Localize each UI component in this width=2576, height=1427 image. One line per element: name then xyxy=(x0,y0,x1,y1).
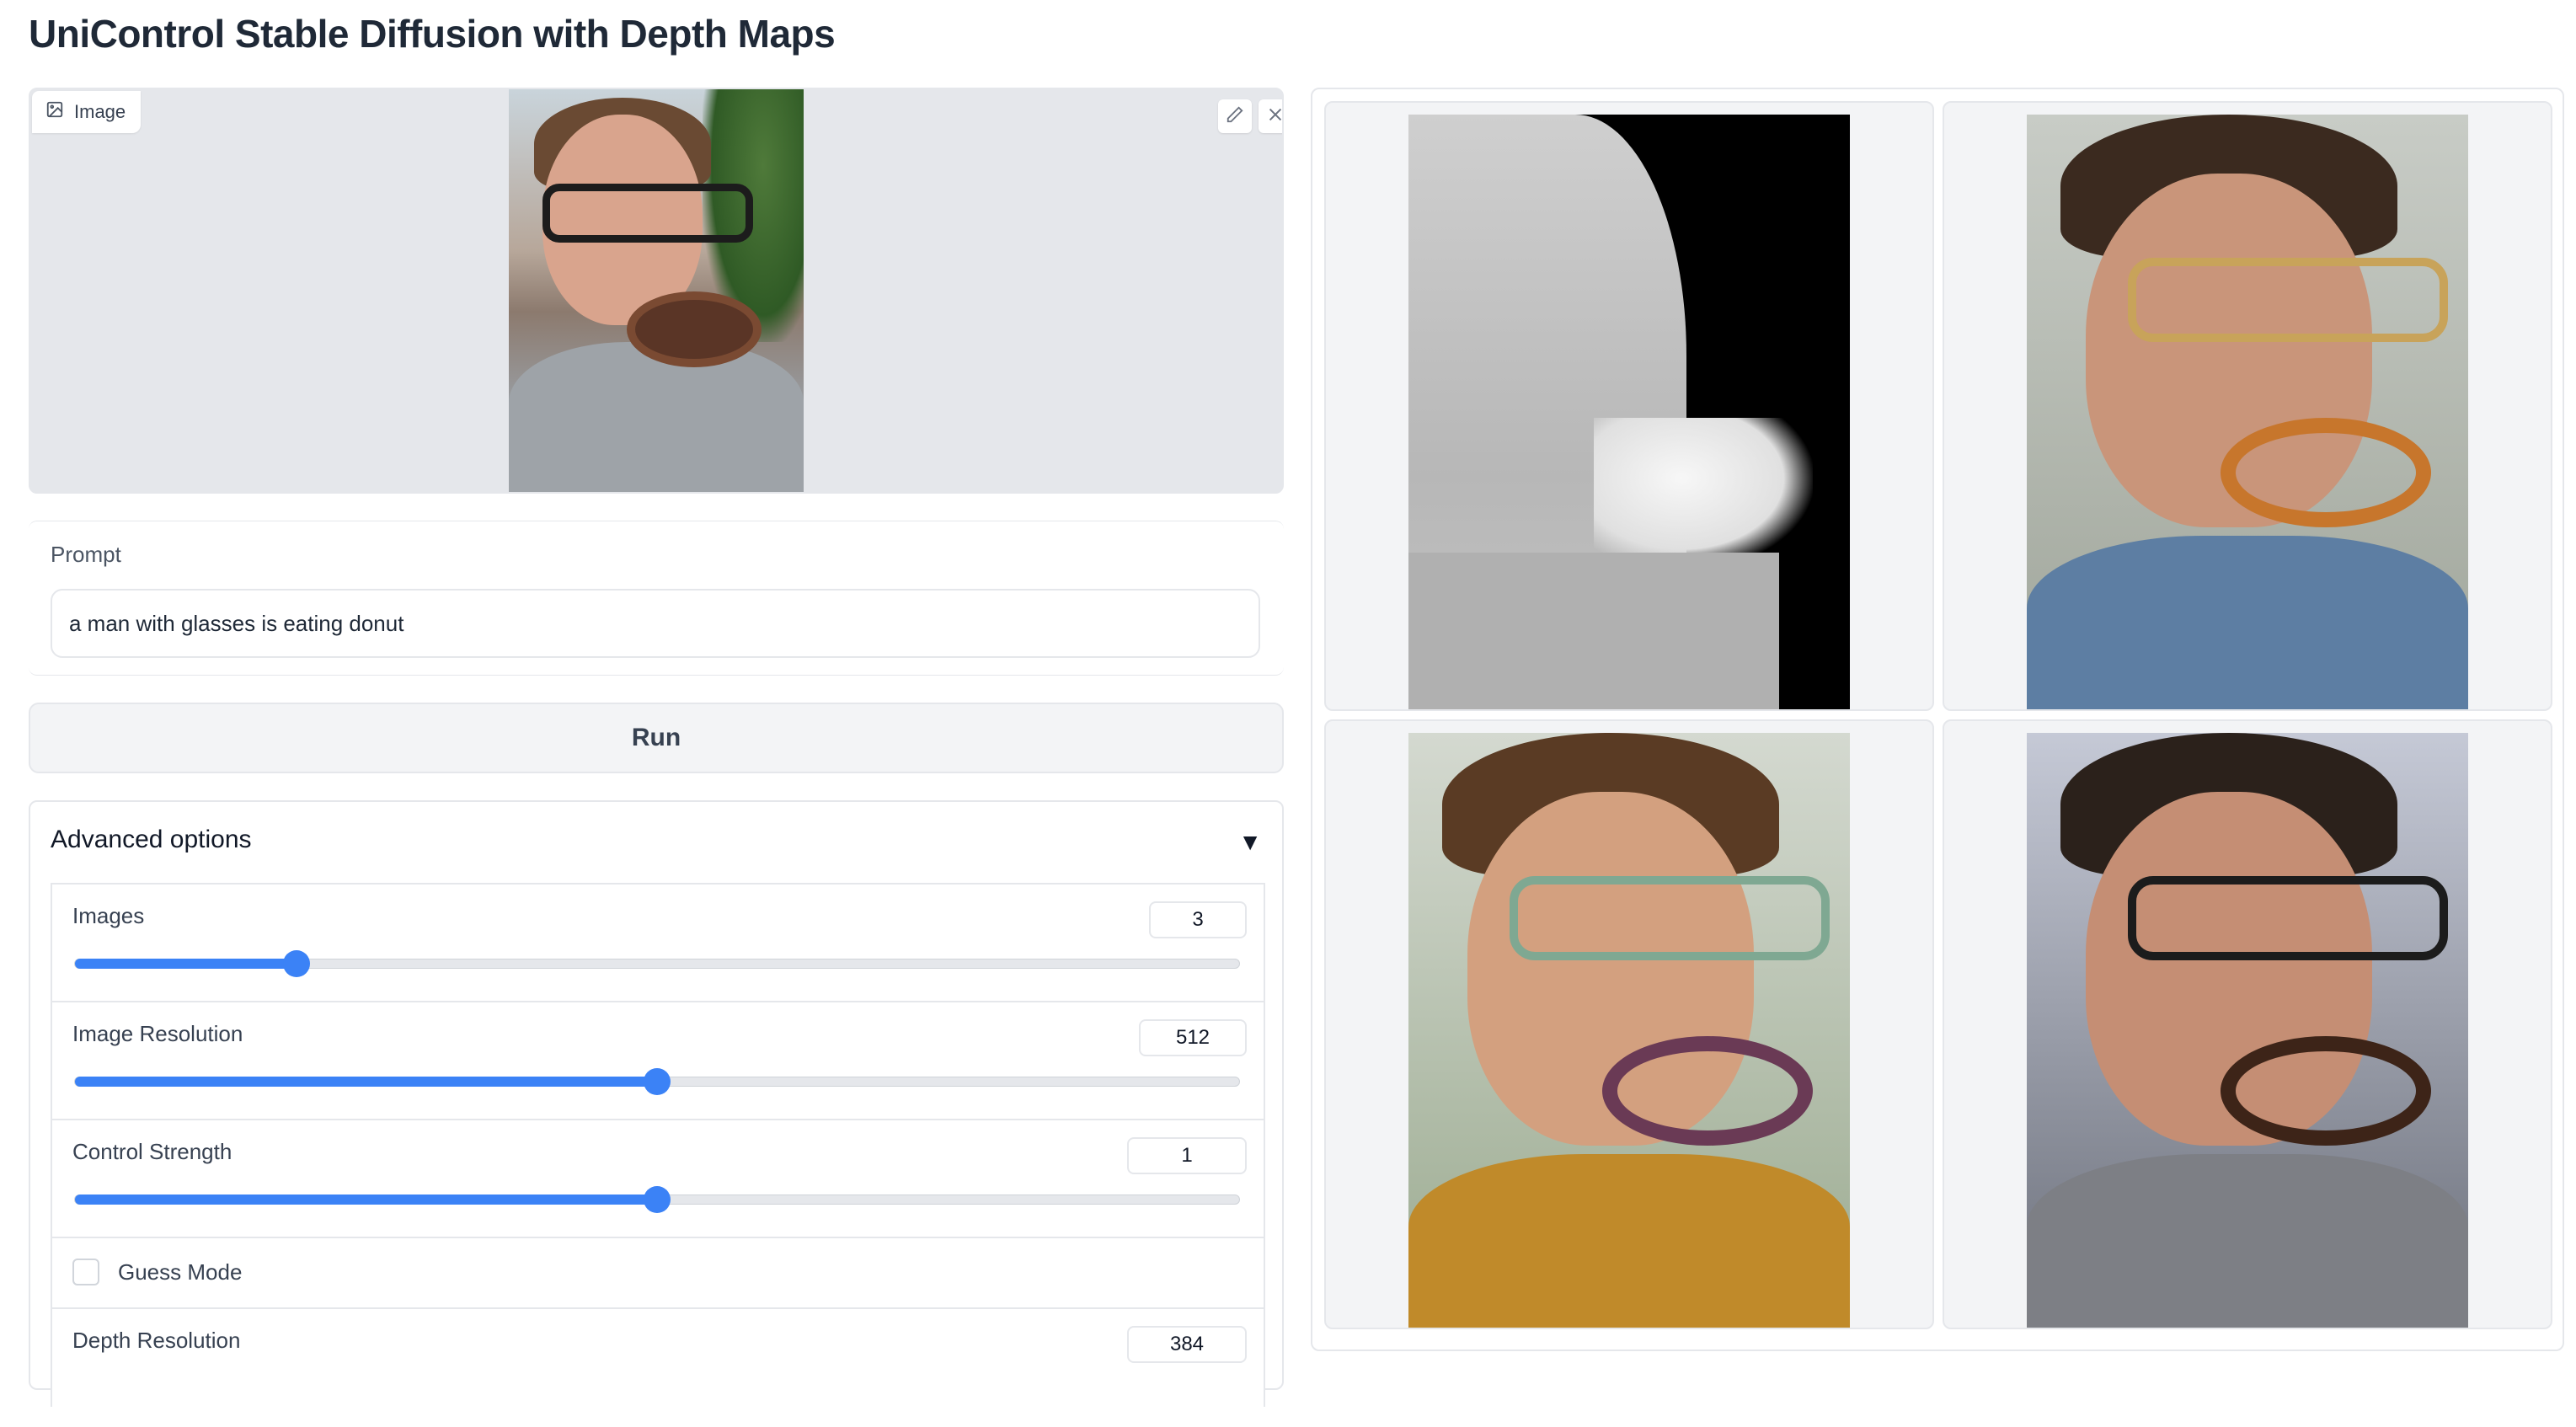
images-slider-thumb[interactable] xyxy=(282,950,310,977)
resolution-slider-row: Image Resolution 512 xyxy=(52,1002,1264,1120)
images-slider[interactable] xyxy=(74,950,1240,977)
resolution-label: Image Resolution xyxy=(72,1021,243,1046)
guess-mode-checkbox[interactable] xyxy=(72,1259,99,1285)
depth-resolution-row: Depth Resolution 384 xyxy=(52,1309,1264,1427)
advanced-options-accordion: Advanced options ▼ Images 3 Image Resolu… xyxy=(29,800,1284,1407)
output-gallery xyxy=(1311,88,2564,1351)
prompt-label: Prompt xyxy=(51,542,121,567)
gallery-item-depth-map[interactable] xyxy=(1324,101,1934,711)
run-button[interactable]: Run xyxy=(29,703,1284,773)
input-image xyxy=(509,89,804,492)
gallery-item-generated[interactable] xyxy=(1324,719,1934,1329)
generated-image xyxy=(2027,733,2468,1328)
image-icon xyxy=(45,100,64,124)
guess-mode-row: Guess Mode xyxy=(52,1238,1264,1309)
generated-image xyxy=(2027,115,2468,709)
guess-mode-label: Guess Mode xyxy=(118,1259,243,1285)
resolution-slider-thumb[interactable] xyxy=(644,1068,671,1095)
prompt-input[interactable]: a man with glasses is eating donut xyxy=(51,589,1260,658)
generated-image xyxy=(1408,733,1850,1328)
page-title: UniControl Stable Diffusion with Depth M… xyxy=(29,12,836,56)
gallery-item-generated[interactable] xyxy=(1943,101,2552,711)
depth-map-image xyxy=(1408,115,1850,709)
strength-label: Control Strength xyxy=(72,1139,232,1164)
image-label-badge: Image xyxy=(32,91,142,133)
strength-number-input[interactable]: 1 xyxy=(1127,1137,1247,1174)
depth-resolution-number-input[interactable]: 384 xyxy=(1127,1326,1247,1363)
prompt-block: Prompt a man with glasses is eating donu… xyxy=(29,521,1284,676)
resolution-slider[interactable] xyxy=(74,1068,1240,1095)
depth-resolution-label: Depth Resolution xyxy=(72,1328,241,1353)
pencil-icon xyxy=(1226,105,1244,128)
resolution-number-input[interactable]: 512 xyxy=(1139,1019,1247,1056)
edit-button[interactable] xyxy=(1218,99,1252,133)
advanced-options-header[interactable]: Advanced options xyxy=(51,826,252,854)
images-label: Images xyxy=(72,903,145,928)
strength-slider-thumb[interactable] xyxy=(644,1186,671,1213)
image-input[interactable]: Image xyxy=(29,88,1284,494)
image-label: Image xyxy=(74,101,126,122)
strength-slider[interactable] xyxy=(74,1186,1240,1213)
chevron-down-icon[interactable]: ▼ xyxy=(1238,829,1262,856)
close-icon xyxy=(1266,105,1282,128)
advanced-options-body: Images 3 Image Resolution 512 Control St… xyxy=(51,883,1265,1407)
images-slider-row: Images 3 xyxy=(52,885,1264,1002)
gallery-item-generated[interactable] xyxy=(1943,719,2552,1329)
images-number-input[interactable]: 3 xyxy=(1149,901,1247,938)
strength-slider-row: Control Strength 1 xyxy=(52,1120,1264,1238)
clear-image-button[interactable] xyxy=(1259,99,1282,133)
